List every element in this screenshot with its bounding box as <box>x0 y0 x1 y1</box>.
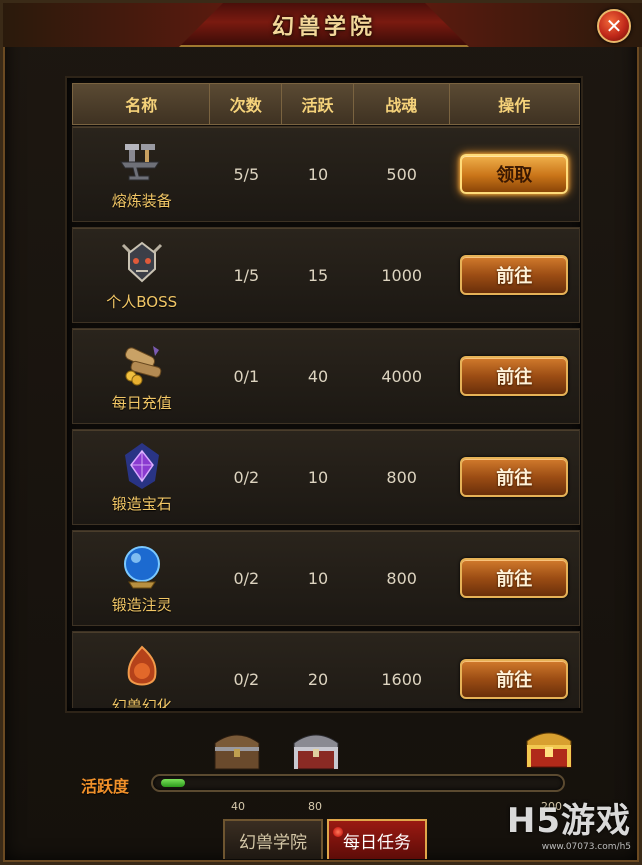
table-row: 锻造宝石 0/2 10 800 前往 <box>72 429 580 525</box>
task-count: 5/5 <box>233 164 260 184</box>
task-action-cell: 领取 <box>450 127 579 221</box>
task-activity: 10 <box>307 164 329 184</box>
task-panel: 名称 次数 活跃 战魂 操作 熔炼装备 5/5 10 500 领取 个人BOSS… <box>65 76 583 713</box>
silver-chest-icon[interactable] <box>288 725 344 773</box>
task-action-cell: 前往 <box>450 632 579 708</box>
header-name: 名称 <box>73 84 211 124</box>
task-name-cell: 个人BOSS <box>73 228 210 322</box>
task-count: 1/5 <box>233 265 260 285</box>
tab-label: 每日任务 <box>343 832 411 853</box>
tab-daily-tasks[interactable]: 每日任务 <box>327 819 427 859</box>
task-activity: 15 <box>307 265 329 285</box>
task-name: 幻兽幻化 <box>111 696 172 709</box>
gold-chest-icon[interactable] <box>521 723 577 771</box>
header-operation: 操作 <box>498 96 531 115</box>
blue-orb-icon <box>123 545 160 588</box>
go-button[interactable]: 前往 <box>460 558 569 598</box>
wooden-chest-icon[interactable] <box>209 725 265 773</box>
go-button[interactable]: 前往 <box>460 255 569 295</box>
task-name: 每日充值 <box>111 393 172 412</box>
purple-gem-icon <box>124 442 159 489</box>
task-soul: 1600 <box>381 669 423 689</box>
activity-label: 活跃度 <box>81 777 130 796</box>
watermark: H5游戏 www.07073.com/h5 <box>507 793 631 852</box>
watermark-logo: H5游戏 <box>506 801 631 841</box>
task-name-cell: 幻兽幻化 <box>73 632 210 708</box>
table-row: 锻造注灵 0/2 10 800 前往 <box>72 530 580 626</box>
task-name: 熔炼装备 <box>111 191 172 210</box>
task-count: 0/1 <box>233 366 260 386</box>
task-name-cell: 熔炼装备 <box>73 127 210 221</box>
task-soul: 800 <box>386 467 417 487</box>
task-name-cell: 锻造宝石 <box>73 430 210 524</box>
task-activity: 10 <box>307 467 329 487</box>
task-activity: 20 <box>307 669 329 689</box>
task-action-cell: 前往 <box>450 430 579 524</box>
go-button[interactable]: 前往 <box>460 356 569 396</box>
activity-progress-bar <box>151 774 565 792</box>
task-name-cell: 锻造注灵 <box>73 531 210 625</box>
table-header: 名称 次数 活跃 战魂 操作 <box>72 83 580 125</box>
boss-skull-icon <box>121 241 162 282</box>
task-name: 锻造注灵 <box>111 595 172 614</box>
activity-progress-fill <box>161 779 185 787</box>
window-title: 幻兽学院 <box>271 14 376 40</box>
table-row: 个人BOSS 1/5 15 1000 前往 <box>72 227 580 323</box>
notification-dot-icon <box>333 827 343 837</box>
task-count: 0/2 <box>233 568 260 588</box>
header-soul: 战魂 <box>354 84 450 124</box>
header-count: 次数 <box>210 84 283 124</box>
task-count: 0/2 <box>233 669 260 689</box>
header-activity: 活跃 <box>282 84 354 124</box>
task-soul: 500 <box>386 164 417 184</box>
watermark-url: www.07073.com/h5 <box>541 842 631 852</box>
table-row: 幻兽幻化 0/2 20 1600 前往 <box>72 631 580 708</box>
table-row: 熔炼装备 5/5 10 500 领取 <box>72 126 580 222</box>
claim-button[interactable]: 领取 <box>460 154 569 194</box>
fire-beast-icon <box>127 645 157 685</box>
task-soul: 1000 <box>381 265 423 285</box>
go-button[interactable]: 前往 <box>460 659 569 699</box>
task-activity: 40 <box>307 366 329 386</box>
task-count: 0/2 <box>233 467 260 487</box>
task-activity: 10 <box>307 568 329 588</box>
anvil-icon <box>119 143 160 180</box>
title-bar: 幻兽学院 <box>3 3 642 47</box>
task-list[interactable]: 熔炼装备 5/5 10 500 领取 个人BOSS 1/5 15 1000 前往… <box>72 126 580 708</box>
task-action-cell: 前往 <box>450 531 579 625</box>
go-button[interactable]: 前往 <box>460 457 569 497</box>
task-soul: 800 <box>386 568 417 588</box>
task-name: 个人BOSS <box>106 292 178 311</box>
table-row: 每日充值 0/1 40 4000 前往 <box>72 328 580 424</box>
gold-scroll-icon <box>124 345 162 385</box>
task-action-cell: 前往 <box>450 228 579 322</box>
tab-beast-academy[interactable]: 幻兽学院 <box>223 819 323 859</box>
milestone-label: 40 <box>231 800 245 813</box>
academy-window: 幻兽学院 ✕ 名称 次数 活跃 战魂 操作 熔炼装备 5/5 10 500 领取… <box>0 0 642 865</box>
task-name: 锻造宝石 <box>111 494 172 513</box>
task-action-cell: 前往 <box>450 329 579 423</box>
task-name-cell: 每日充值 <box>73 329 210 423</box>
task-soul: 4000 <box>381 366 423 386</box>
close-icon[interactable]: ✕ <box>597 9 631 43</box>
milestone-label: 80 <box>308 800 322 813</box>
